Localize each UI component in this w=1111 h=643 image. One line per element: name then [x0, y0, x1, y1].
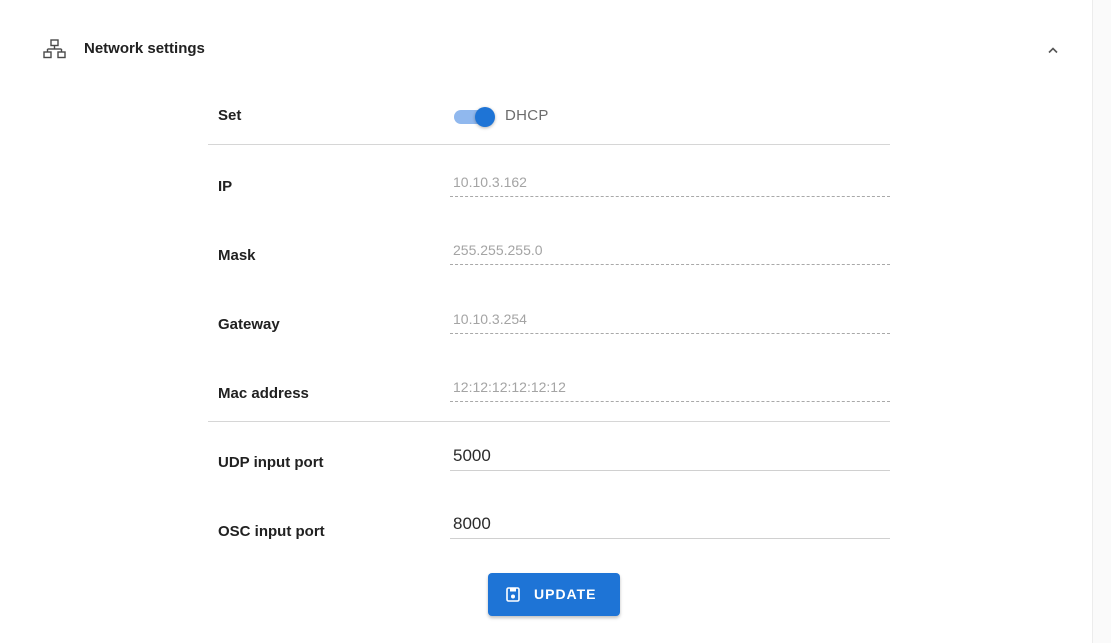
gateway-value: 10.10.3.254: [453, 311, 527, 327]
mac-address-field: 12:12:12:12:12:12: [450, 375, 890, 402]
osc-port-label: OSC input port: [218, 523, 325, 540]
udp-port-label: UDP input port: [218, 454, 324, 471]
update-button[interactable]: UPDATE: [488, 573, 620, 616]
ip-value: 10.10.3.162: [453, 174, 527, 190]
network-settings-panel: Network settings Set DHCP IP 10.10.3.162…: [0, 0, 1092, 643]
gateway-field: 10.10.3.254: [450, 307, 890, 334]
mac-address-value: 12:12:12:12:12:12: [453, 379, 566, 395]
dhcp-label: DHCP: [505, 107, 549, 124]
ip-label: IP: [218, 178, 233, 195]
gateway-label: Gateway: [218, 316, 280, 333]
set-label: Set: [218, 107, 242, 124]
ip-field: 10.10.3.162: [450, 170, 890, 197]
update-label: UPDATE: [534, 586, 597, 602]
divider: [208, 421, 890, 422]
udp-port-input[interactable]: [450, 442, 890, 471]
dhcp-toggle[interactable]: [452, 107, 498, 127]
osc-port-input[interactable]: [450, 510, 890, 539]
mask-field: 255.255.255.0: [450, 238, 890, 265]
section-title: Network settings: [84, 40, 205, 57]
section-header[interactable]: Network settings: [0, 26, 1092, 74]
mac-address-label: Mac address: [218, 385, 309, 402]
toggle-thumb: [475, 107, 495, 127]
mask-label: Mask: [218, 247, 256, 264]
save-icon: [506, 587, 520, 602]
network-icon: [43, 39, 67, 61]
right-gutter: [1093, 0, 1111, 643]
chevron-up-icon[interactable]: [1041, 38, 1065, 62]
mask-value: 255.255.255.0: [453, 242, 543, 258]
divider: [208, 144, 890, 145]
